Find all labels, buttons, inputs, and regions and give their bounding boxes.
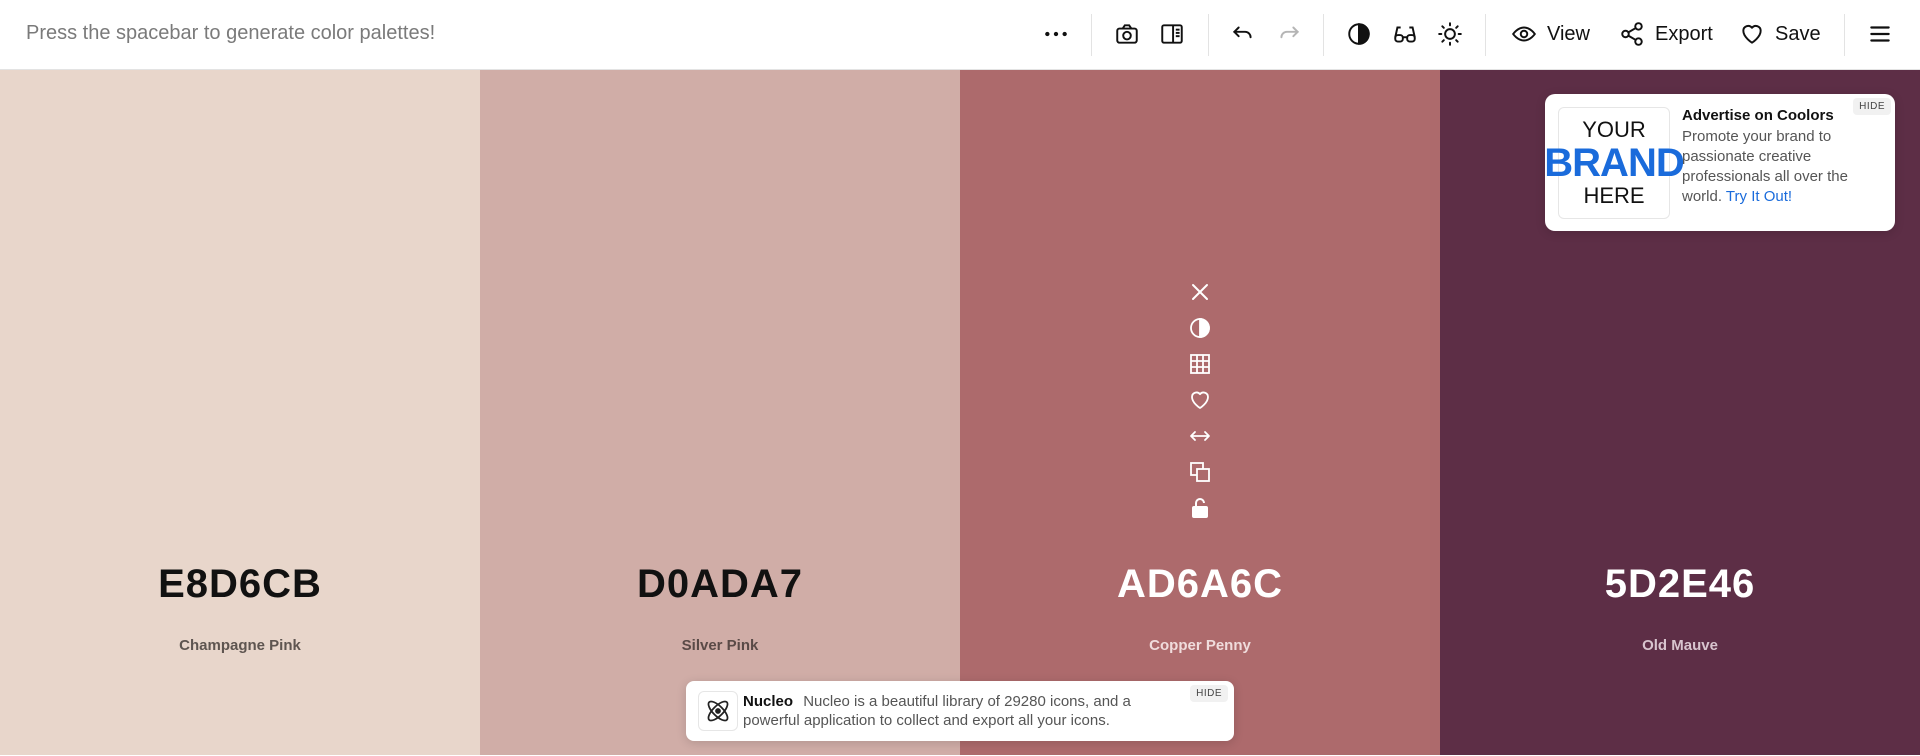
hex-code[interactable]: 5D2E46	[1440, 562, 1920, 607]
contrast-icon[interactable]	[1181, 310, 1219, 346]
ad-card[interactable]: YOUR BRAND HERE Advertise on Coolors Pro…	[1544, 94, 1895, 231]
sun-icon[interactable]	[1433, 17, 1467, 51]
save-button[interactable]: Save	[1739, 17, 1821, 51]
toolbar-divider	[1485, 14, 1486, 56]
export-label: Export	[1655, 22, 1713, 45]
export-button[interactable]: Export	[1619, 17, 1713, 51]
logo-line: HERE	[1583, 183, 1645, 208]
toolbar-divider	[1323, 14, 1324, 56]
contrast-icon[interactable]	[1342, 17, 1376, 51]
brand-logo: YOUR BRAND HERE	[1544, 107, 1685, 219]
color-swatch[interactable]: D0ADA7 Silver Pink	[480, 70, 960, 755]
share-icon	[1621, 22, 1643, 46]
swatch-tools	[1181, 274, 1219, 526]
menu-icon[interactable]	[1863, 17, 1897, 51]
more-icon[interactable]	[1039, 17, 1073, 51]
save-label: Save	[1775, 22, 1821, 45]
toolbar-divider	[1091, 14, 1092, 56]
eye-icon	[1511, 26, 1537, 42]
hex-code[interactable]: AD6A6C	[960, 562, 1440, 607]
undo-icon[interactable]	[1226, 17, 1260, 51]
ad-title: Advertise on Coolors	[1682, 107, 1834, 124]
redo-icon[interactable]	[1272, 17, 1306, 51]
sidebar-icon[interactable]	[1155, 17, 1189, 51]
hex-code[interactable]: D0ADA7	[480, 562, 960, 607]
heart-icon	[1742, 24, 1762, 44]
drag-icon[interactable]	[1181, 418, 1219, 454]
color-name[interactable]: Silver Pink	[480, 637, 960, 654]
hide-nucleo-button[interactable]: HIDE	[1190, 685, 1228, 702]
nucleo-banner[interactable]: Nucleo Nucleo is a beautiful library of …	[686, 681, 1234, 741]
nucleo-title: Nucleo	[743, 693, 794, 710]
logo-line: YOUR	[1582, 117, 1646, 142]
close-icon[interactable]	[1181, 274, 1219, 310]
view-button[interactable]: View	[1511, 17, 1590, 51]
hide-ad-button[interactable]: HIDE	[1853, 98, 1891, 115]
toolbar-divider	[1208, 14, 1209, 56]
try-it-link[interactable]: Try It Out!	[1726, 188, 1792, 205]
logo-line: BRAND	[1544, 141, 1684, 185]
heart-icon[interactable]	[1181, 382, 1219, 418]
glasses-icon[interactable]	[1388, 17, 1422, 51]
color-swatch[interactable]: E8D6CB Champagne Pink	[0, 70, 480, 755]
unlock-icon[interactable]	[1181, 490, 1219, 526]
ad-body: Promote your brand to passionate creativ…	[1682, 127, 1882, 207]
copy-icon[interactable]	[1181, 454, 1219, 490]
view-label: View	[1547, 22, 1590, 45]
nucleo-body: Nucleo is a beautiful library of 29280 i…	[743, 693, 1131, 729]
camera-icon[interactable]	[1110, 17, 1144, 51]
top-toolbar: Press the spacebar to generate color pal…	[0, 0, 1920, 70]
spacebar-hint: Press the spacebar to generate color pal…	[26, 22, 436, 44]
nucleo-logo-icon	[698, 691, 738, 731]
color-name[interactable]: Old Mauve	[1440, 637, 1920, 654]
shades-grid-icon[interactable]	[1181, 346, 1219, 382]
nucleo-text: Nucleo Nucleo is a beautiful library of …	[743, 692, 1173, 730]
color-name[interactable]: Champagne Pink	[0, 637, 480, 654]
toolbar-divider	[1844, 14, 1845, 56]
color-name[interactable]: Copper Penny	[960, 637, 1440, 654]
hex-code[interactable]: E8D6CB	[0, 562, 480, 607]
color-swatch[interactable]: AD6A6C Copper Penny	[960, 70, 1440, 755]
